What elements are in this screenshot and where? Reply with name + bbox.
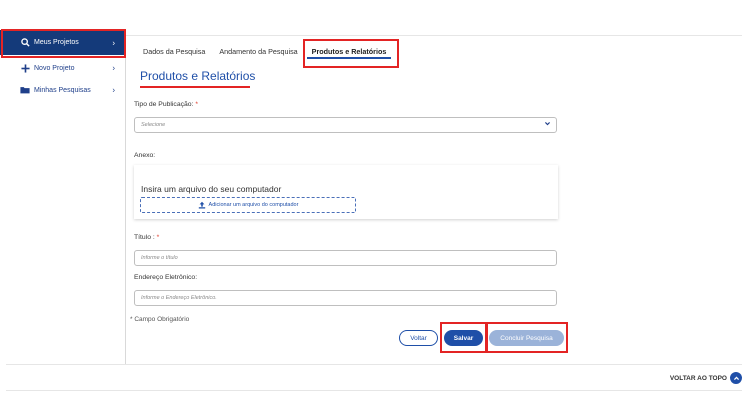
attachment-label: Anexo: <box>134 152 156 159</box>
upload-icon <box>198 201 206 209</box>
sidebar-item-label: Minhas Pesquisas <box>34 86 91 94</box>
back-button[interactable]: Voltar <box>399 330 438 346</box>
upload-instructions: Insira um arquivo do seu computador <box>141 184 282 194</box>
tab-produtos-e-relatorios[interactable]: Produtos e Relatórios <box>305 40 394 62</box>
publication-type-select[interactable]: Selecione <box>134 117 557 133</box>
add-file-button-label: Adicionar um arquivo do computador <box>208 202 299 208</box>
title-underline <box>140 86 250 88</box>
sidebar-item-novo-projeto[interactable]: Novo Projeto › <box>0 57 125 79</box>
back-to-top-label: VOLTAR AO TOPO <box>669 374 727 382</box>
title-label: Título : * <box>134 234 160 241</box>
back-to-top-link[interactable]: VOLTAR AO TOPO <box>670 372 742 384</box>
footer-divider <box>6 364 742 365</box>
sidebar-item-label: Meus Projetos <box>34 39 79 46</box>
search-icon <box>20 38 30 47</box>
required-field-note: * Campo Obrigatório <box>130 316 190 323</box>
sidebar-item-meus-projetos[interactable]: Meus Projetos › <box>0 30 125 55</box>
tab-andamento-da-pesquisa[interactable]: Andamento da Pesquisa <box>212 40 304 62</box>
plus-icon <box>20 63 30 73</box>
divider <box>126 35 742 36</box>
add-file-button[interactable]: Adicionar um arquivo do computador <box>140 197 356 213</box>
email-label: Endereço Eletrônico: <box>134 274 198 281</box>
chevron-right-icon: › <box>112 85 115 95</box>
chevron-down-icon <box>544 120 551 129</box>
required-mark: * <box>195 101 198 108</box>
publication-type-label: Tipo de Publicação: * <box>134 101 198 108</box>
chevron-right-icon: › <box>112 63 115 73</box>
sidebar-item-label: Novo Projeto <box>34 64 75 72</box>
tab-bar: Dados da Pesquisa Andamento da Pesquisa … <box>136 40 393 62</box>
tab-dados-da-pesquisa[interactable]: Dados da Pesquisa <box>136 40 212 62</box>
select-placeholder: Selecione <box>141 122 166 128</box>
sidebar-item-minhas-pesquisas[interactable]: Minhas Pesquisas › <box>0 79 125 101</box>
sidebar: Meus Projetos › Novo Projeto › Minhas Pe… <box>0 30 126 364</box>
email-input[interactable] <box>134 290 557 306</box>
folder-icon <box>20 86 30 94</box>
page-title: Produtos e Relatórios <box>140 69 256 83</box>
finish-research-button[interactable]: Concluir Pesquisa <box>489 330 564 346</box>
title-input[interactable] <box>134 250 557 266</box>
chevron-right-icon: › <box>112 38 115 47</box>
footer-divider <box>6 390 742 391</box>
chevron-up-icon <box>730 372 742 384</box>
upload-card: Insira um arquivo do seu computador Adic… <box>134 165 558 219</box>
save-button[interactable]: Salvar <box>444 330 483 346</box>
required-mark: * <box>156 234 160 241</box>
